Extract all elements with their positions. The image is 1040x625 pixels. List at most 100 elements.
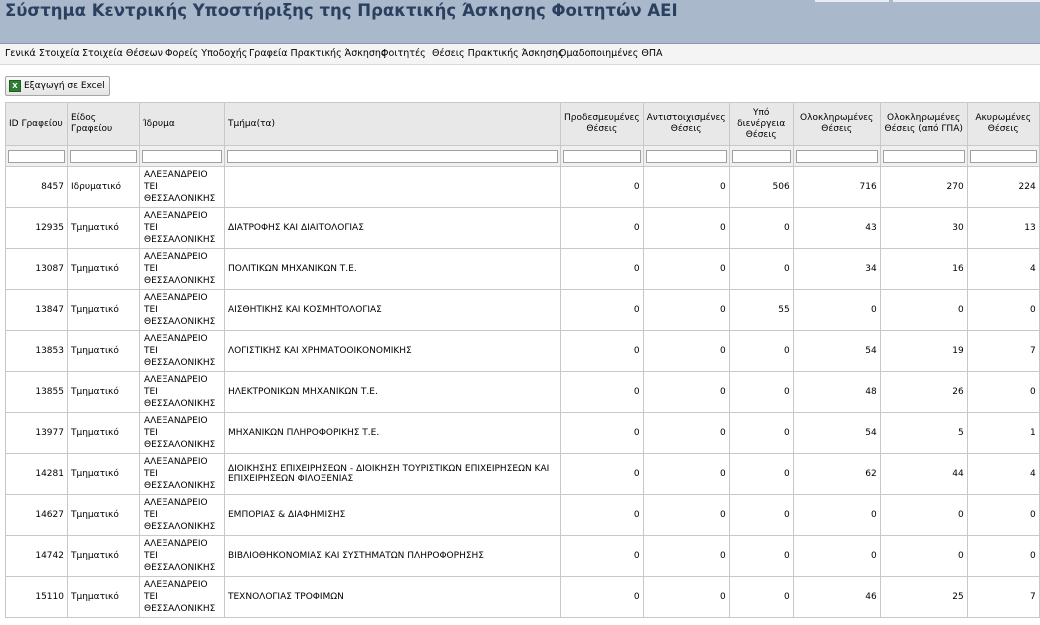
cell-preassigned: 0 (560, 453, 644, 495)
cell-matched: 0 (642, 330, 730, 372)
filter-office-type[interactable] (70, 149, 137, 163)
cell-completed-gpa: 44 (879, 453, 968, 495)
filter-completed-gpa[interactable] (882, 149, 965, 163)
col-header-office-id[interactable]: ID Γραφείου (5, 102, 68, 146)
institution-line: ΑΛΕΞΑΝΔΡΕΙΟ (144, 293, 208, 303)
cell-completed: 0 (792, 494, 881, 536)
export-excel-button[interactable]: X Εξαγωγή σε Excel (5, 76, 110, 96)
institution-line: ΑΛΕΞΑΝΔΡΕΙΟ (144, 457, 208, 467)
cell-completed: 34 (792, 248, 881, 290)
table-row[interactable]: 15110 Τμηματικό ΑΛΕΞΑΝΔΡΕΙΟ ΤΕΙ ΘΕΣΣΑΛΟΝΙΚΗΣ… (5, 576, 1040, 618)
cell-preassigned: 0 (560, 576, 644, 618)
institution-line: ΘΕΣΣΑΛΟΝΙΚΗΣ (144, 276, 216, 286)
cell-institution: ΑΛΕΞΑΝΔΡΕΙΟ ΤΕΙ ΘΕΣΣΑΛΟΝΙΚΗΣ (139, 576, 225, 618)
cell-completed-gpa: 26 (879, 371, 968, 413)
col-header-ongoing[interactable]: Υπό διενέργεια Θέσεις (728, 102, 794, 146)
institution-line: ΑΛΕΞΑΝΔΡΕΙΟ (144, 416, 208, 426)
filter-institution[interactable] (142, 149, 222, 163)
excel-icon: X (9, 80, 21, 92)
cell-department: ΒΙΒΛΙΟΘΗΚΟΝΟΜΙΑΣ ΚΑΙ ΣΥΣΤΗΜΑΤΩΝ ΠΛΗΡΟΦΟΡ… (224, 535, 561, 577)
table-row[interactable]: 8457 Ιδρυματικό ΑΛΕΞΑΝΔΡΕΙΟ ΤΕΙ ΘΕΣΣΑΛΟΝΙΚΗΣ… (5, 166, 1040, 208)
filter-preassigned[interactable] (563, 149, 641, 163)
cell-office-id: 8457 (5, 166, 68, 208)
filter-department[interactable] (227, 149, 558, 163)
cell-ongoing: 506 (728, 166, 794, 208)
header-button-left[interactable] (815, 0, 889, 2)
institution-line: ΤΕΙ (144, 387, 158, 397)
filter-ongoing[interactable] (731, 149, 791, 163)
cell-department: ΔΙΟΙΚΗΣΗΣ ΕΠΙΧΕΙΡΗΣΕΩΝ - ΔΙΟΙΚΗΣΗ ΤΟΥΡΙΣ… (224, 453, 561, 495)
col-header-office-type[interactable]: Είδος Γραφείου (67, 102, 140, 146)
cell-office-type: Τμηματικό (67, 330, 140, 372)
menu-item-students[interactable]: Φοιτητές (381, 48, 426, 59)
menu-item-host-organizations[interactable]: Φορείς Υποδοχής (165, 48, 247, 59)
cell-completed-gpa: 16 (879, 248, 968, 290)
cell-matched: 0 (642, 371, 730, 413)
cell-cancelled: 4 (966, 248, 1040, 290)
table-row[interactable]: 13847 Τμηματικό ΑΛΕΞΑΝΔΡΕΙΟ ΤΕΙ ΘΕΣΣΑΛΟΝΙΚΗΣ… (5, 289, 1040, 331)
cell-preassigned: 0 (560, 166, 644, 208)
cell-completed: 0 (792, 535, 881, 577)
col-header-department[interactable]: Τμήμα(τα) (224, 102, 561, 146)
col-header-matched[interactable]: Αντιστοιχισμένες Θέσεις (642, 102, 730, 146)
cell-office-type: Τμηματικό (67, 289, 140, 331)
institution-line: ΤΕΙ (144, 346, 158, 356)
col-header-completed[interactable]: Ολοκληρωμένες Θέσεις (792, 102, 881, 146)
col-header-cancelled[interactable]: Ακυρωμένες Θέσεις (966, 102, 1040, 146)
cell-institution: ΑΛΕΞΑΝΔΡΕΙΟ ΤΕΙ ΘΕΣΣΑΛΟΝΙΚΗΣ (139, 248, 225, 290)
cell-office-type: Τμηματικό (67, 248, 140, 290)
institution-line: ΑΛΕΞΑΝΔΡΕΙΟ (144, 334, 208, 344)
col-header-institution[interactable]: Ίδρυμα (139, 102, 225, 146)
cell-completed-gpa: 30 (879, 207, 968, 249)
cell-institution: ΑΛΕΞΑΝΔΡΕΙΟ ΤΕΙ ΘΕΣΣΑΛΟΝΙΚΗΣ (139, 371, 225, 413)
cell-ongoing: 0 (728, 330, 794, 372)
cell-preassigned: 0 (560, 330, 644, 372)
cell-cancelled: 0 (966, 494, 1040, 536)
institution-line: ΤΕΙ (144, 305, 158, 315)
filter-office-id[interactable] (8, 149, 65, 163)
table-row[interactable]: 12935 Τμηματικό ΑΛΕΞΑΝΔΡΕΙΟ ΤΕΙ ΘΕΣΣΑΛΟΝΙΚΗΣ… (5, 207, 1040, 249)
cell-office-type: Τμηματικό (67, 371, 140, 413)
institution-line: ΑΛΕΞΑΝΔΡΕΙΟ (144, 170, 208, 180)
cell-department: ΛΟΓΙΣΤΙΚΗΣ ΚΑΙ ΧΡΗΜΑΤΟΟΙΚΟΝΟΜΙΚΗΣ (224, 330, 561, 372)
table-row[interactable]: 13977 Τμηματικό ΑΛΕΞΑΝΔΡΕΙΟ ΤΕΙ ΘΕΣΣΑΛΟΝΙΚΗΣ… (5, 412, 1040, 454)
institution-line: ΘΕΣΣΑΛΟΝΙΚΗΣ (144, 604, 216, 614)
institution-line: ΤΕΙ (144, 264, 158, 274)
table-row[interactable]: 14742 Τμηματικό ΑΛΕΞΑΝΔΡΕΙΟ ΤΕΙ ΘΕΣΣΑΛΟΝΙΚΗΣ… (5, 535, 1040, 577)
cell-ongoing: 0 (728, 207, 794, 249)
cell-ongoing: 0 (728, 535, 794, 577)
menu-item-positions-info[interactable]: Στοιχεία Θέσεων (82, 48, 163, 59)
export-excel-label: Εξαγωγή σε Excel (24, 81, 105, 91)
institution-line: ΑΛΕΞΑΝΔΡΕΙΟ (144, 580, 208, 590)
col-header-completed-gpa[interactable]: Ολοκληρωμένες Θέσεις (από ΓΠΑ) (879, 102, 968, 146)
institution-line: ΘΕΣΣΑΛΟΝΙΚΗΣ (144, 522, 216, 532)
cell-office-id: 13847 (5, 289, 68, 331)
filter-completed[interactable] (795, 149, 878, 163)
cell-office-id: 14742 (5, 535, 68, 577)
table-row[interactable]: 13855 Τμηματικό ΑΛΕΞΑΝΔΡΕΙΟ ΤΕΙ ΘΕΣΣΑΛΟΝΙΚΗΣ… (5, 371, 1040, 413)
cell-completed: 716 (792, 166, 881, 208)
menu-item-general[interactable]: Γενικά Στοιχεία (5, 48, 80, 59)
table-row[interactable]: 14627 Τμηματικό ΑΛΕΞΑΝΔΡΕΙΟ ΤΕΙ ΘΕΣΣΑΛΟΝΙΚΗΣ… (5, 494, 1040, 536)
table-row[interactable]: 13853 Τμηματικό ΑΛΕΞΑΝΔΡΕΙΟ ΤΕΙ ΘΕΣΣΑΛΟΝΙΚΗΣ… (5, 330, 1040, 372)
cell-office-type: Τμηματικό (67, 207, 140, 249)
institution-line: ΤΕΙ (144, 592, 158, 602)
table-row[interactable]: 14281 Τμηματικό ΑΛΕΞΑΝΔΡΕΙΟ ΤΕΙ ΘΕΣΣΑΛΟΝΙΚΗΣ… (5, 453, 1040, 495)
menu-item-internship-positions[interactable]: Θέσεις Πρακτικής Άσκησης (432, 48, 564, 59)
cell-completed-gpa: 270 (879, 166, 968, 208)
filter-matched[interactable] (645, 149, 727, 163)
institution-line: ΤΕΙ (144, 551, 158, 561)
menu-item-grouped-positions[interactable]: Ομαδοποιημένες ΘΠΑ (559, 48, 663, 59)
table-filter-row (5, 145, 1040, 167)
institution-line: ΘΕΣΣΑΛΟΝΙΚΗΣ (144, 399, 216, 409)
col-header-preassigned[interactable]: Προδεσμευμένες Θέσεις (560, 102, 644, 146)
cell-completed: 43 (792, 207, 881, 249)
cell-department (224, 166, 561, 208)
menu-item-internship-offices[interactable]: Γραφεία Πρακτικής Άσκησης (249, 48, 387, 59)
cell-completed-gpa: 0 (879, 535, 968, 577)
table-row[interactable]: 13087 Τμηματικό ΑΛΕΞΑΝΔΡΕΙΟ ΤΕΙ ΘΕΣΣΑΛΟΝΙΚΗΣ… (5, 248, 1040, 290)
cell-completed: 48 (792, 371, 881, 413)
cell-office-id: 13855 (5, 371, 68, 413)
filter-cancelled[interactable] (969, 149, 1037, 163)
header-button-right[interactable] (893, 0, 1040, 2)
